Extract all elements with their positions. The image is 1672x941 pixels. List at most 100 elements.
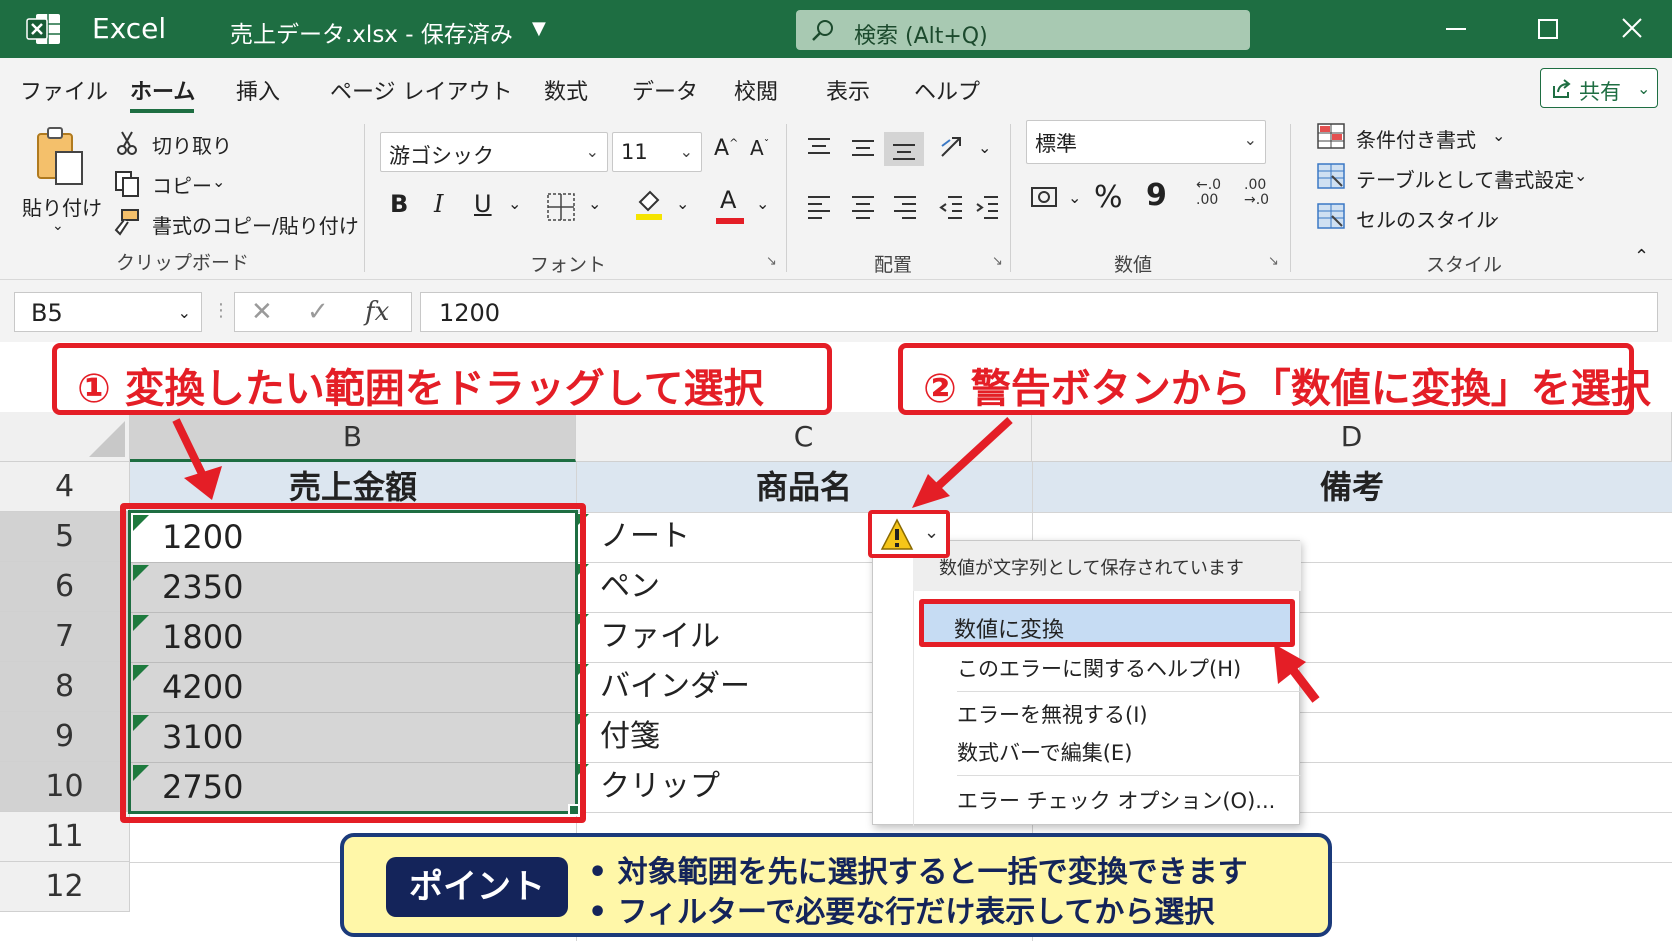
underline-button[interactable]: U [474,190,492,218]
chevron-down-icon[interactable]: ⌄ [1068,188,1081,207]
tab-help[interactable]: ヘルプ [914,74,980,106]
chevron-down-icon[interactable]: ⌄ [508,194,521,213]
increase-decimal-button[interactable]: ←.0 .00 [1196,178,1226,208]
file-name[interactable]: 売上データ.xlsx - 保存済み [230,15,513,49]
cell-c8[interactable]: バインダー [600,662,750,712]
row-header-9[interactable]: 9 [0,712,130,762]
chevron-down-icon[interactable]: ⌄ [212,172,225,191]
font-color-button[interactable]: A [720,186,736,214]
format-painter-button[interactable]: 書式のコピー/貼り付け [152,210,359,239]
row-header-7[interactable]: 7 [0,612,130,662]
row-header-6[interactable]: 6 [0,562,130,612]
dialog-launcher-icon[interactable]: ↘ [992,254,1003,269]
enter-icon[interactable]: ✓ [307,297,329,327]
borders-icon[interactable] [546,192,576,222]
formula-bar-splitter-icon[interactable]: ⋮ [212,300,230,321]
row-header-12[interactable]: 12 [0,862,130,912]
chevron-down-icon[interactable]: ⌄ [1492,126,1505,145]
edit-in-formula-bar-item[interactable]: 数式バーで編集(E) [957,737,1132,767]
maximize-icon[interactable] [1528,12,1568,46]
row-header-8[interactable]: 8 [0,662,130,712]
align-middle-icon[interactable] [850,138,876,160]
insert-function-button[interactable]: fx [365,297,389,327]
cell-c9[interactable]: 付箋 [600,712,660,762]
font-name-dropdown[interactable]: 游ゴシック ⌄ [380,132,608,172]
grow-font-label: A [714,136,730,161]
convert-to-number-item[interactable]: 数値に変換 [919,599,1295,647]
chevron-down-icon[interactable]: ⌄ [1488,206,1501,225]
select-all-triangle [89,421,125,457]
chevron-down-icon[interactable]: ▼ [532,18,546,39]
copy-button[interactable]: コピー [152,170,212,199]
row-header-10[interactable]: 10 [0,762,130,812]
error-warning-button[interactable]: ⌄ [868,510,950,558]
tab-formulas[interactable]: 数式 [544,74,588,106]
column-header-b[interactable]: B [130,412,576,462]
formula-input[interactable]: 1200 [420,292,1658,332]
format-as-table-button[interactable]: テーブルとして書式設定 [1356,164,1574,193]
percent-style-button[interactable]: % [1094,180,1123,215]
decrease-indent-icon[interactable] [938,194,964,220]
orientation-icon[interactable] [938,134,968,162]
tab-view[interactable]: 表示 [826,74,870,106]
comma-style-button[interactable]: 9 [1146,178,1167,213]
select-all-corner[interactable] [0,412,130,462]
cell-c5[interactable]: ノート [600,512,690,562]
name-box[interactable]: B5 ⌄ [14,292,202,332]
grow-font-button[interactable]: A^ [714,136,738,161]
tab-file[interactable]: ファイル [20,74,108,106]
cut-button[interactable]: 切り取り [152,130,232,159]
currency-format-icon[interactable] [1030,184,1062,212]
chevron-down-icon[interactable]: ⌄ [1574,166,1587,185]
ignore-error-item[interactable]: エラーを無視する(I) [957,699,1148,729]
chevron-down-icon[interactable]: ⌄ [588,194,601,213]
cell-c7[interactable]: ファイル [600,612,720,662]
dialog-launcher-icon[interactable]: ↘ [1268,254,1279,269]
font-size-dropdown[interactable]: 11 ⌄ [612,132,702,172]
column-header-c[interactable]: C [576,412,1032,462]
header-cell-product[interactable]: 商品名 [576,462,1032,512]
error-checking-options-item[interactable]: エラー チェック オプション(O)... [957,785,1275,815]
align-bottom-button[interactable] [884,132,924,166]
chevron-down-icon[interactable]: ⌄ [52,218,64,234]
cell-styles-icon [1317,203,1345,229]
conditional-formatting-button[interactable]: 条件付き書式 [1356,124,1476,153]
search-box[interactable]: 検索 (Alt+Q) [796,10,1250,50]
paste-icon[interactable] [34,126,86,188]
collapse-ribbon-icon[interactable]: ⌃ [1634,246,1649,267]
align-left-icon[interactable] [806,194,832,220]
chevron-down-icon[interactable]: ⌄ [676,194,689,213]
number-format-dropdown[interactable]: 標準 ⌄ [1026,120,1266,164]
close-icon[interactable] [1612,12,1652,46]
tab-home[interactable]: ホーム [130,74,195,106]
row-header-5[interactable]: 5 [0,512,130,562]
cancel-icon[interactable]: ✕ [251,297,273,327]
share-button[interactable]: 共有 ⌄ [1540,68,1658,108]
cell-styles-button[interactable]: セルのスタイル [1356,204,1496,233]
decrease-decimal-button[interactable]: .00 →.0 [1244,178,1274,208]
row-header-11[interactable]: 11 [0,812,130,862]
header-cell-notes[interactable]: 備考 [1032,462,1672,512]
tab-insert[interactable]: 挿入 [236,74,280,106]
cell-c10[interactable]: クリップ [600,762,720,812]
align-center-icon[interactable] [850,194,876,220]
tab-data[interactable]: データ [632,74,698,106]
tab-review[interactable]: 校閲 [734,74,778,106]
chevron-down-icon[interactable]: ⌄ [978,138,991,157]
dialog-launcher-icon[interactable]: ↘ [766,254,777,269]
bold-button[interactable]: B [390,190,408,218]
chevron-down-icon[interactable]: ⌄ [756,194,769,213]
tab-page-layout[interactable]: ページ レイアウト [330,74,513,106]
align-top-icon[interactable] [806,136,832,158]
align-right-icon[interactable] [892,194,918,220]
paste-button[interactable]: 貼り付け [22,192,102,221]
shrink-font-button[interactable]: Aˇ [750,136,769,160]
increase-indent-icon[interactable] [974,194,1000,220]
fill-color-icon[interactable] [634,186,664,222]
minimize-icon[interactable] [1436,12,1476,46]
cell-c6[interactable]: ペン [600,562,660,612]
row-header-4[interactable]: 4 [0,462,130,512]
italic-button[interactable]: I [434,190,443,218]
help-on-error-item[interactable]: このエラーに関するヘルプ(H) [957,653,1241,683]
column-header-d[interactable]: D [1032,412,1672,462]
